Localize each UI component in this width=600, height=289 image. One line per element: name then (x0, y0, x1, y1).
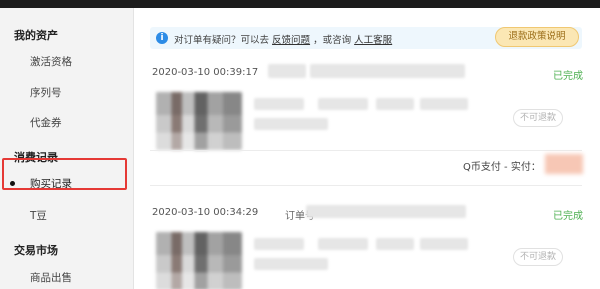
blurred-text (254, 118, 328, 130)
blurred-text (254, 238, 304, 250)
customer-service-link[interactable]: 人工客服 (354, 35, 392, 46)
highlight-box (2, 158, 127, 190)
blurred-text (376, 238, 414, 250)
order-status: 已完成 (553, 71, 583, 82)
order-status: 已完成 (553, 211, 583, 222)
order-time: 2020-03-10 00:39:17 (152, 67, 259, 78)
notice-middle: ，或咨询 (313, 35, 352, 46)
notice-prefix: 对订单有疑问？可以去 (174, 35, 270, 46)
top-bar (0, 0, 600, 8)
sidebar-item-voucher[interactable]: 代金券 (30, 115, 62, 130)
blurred-text (420, 98, 468, 110)
feedback-link[interactable]: 反馈问题 (272, 35, 310, 46)
info-icon: i (156, 32, 168, 44)
blurred-text (318, 98, 368, 110)
sidebar-item-sell[interactable]: 商品出售 (30, 270, 72, 285)
payment-label: Q币支付 - 实付： (463, 162, 541, 173)
product-thumbnail[interactable] (156, 92, 242, 150)
sidebar-group-assets: 我的资产 (14, 29, 58, 42)
blurred-text (420, 238, 468, 250)
divider (150, 150, 582, 151)
refund-policy-button[interactable]: 退款政策说明 (495, 27, 579, 47)
no-refund-button[interactable]: 不可退款 (513, 109, 563, 127)
payment-amount-blurred (545, 154, 583, 174)
order-time: 2020-03-10 00:34:29 (152, 207, 259, 218)
sidebar-group-market: 交易市场 (14, 244, 58, 257)
blurred-text (254, 98, 304, 110)
divider (150, 185, 582, 186)
blurred-text (306, 205, 466, 218)
blurred-text (310, 64, 465, 78)
notice-text: 对订单有疑问？可以去 反馈问题 ，或咨询 人工客服 (174, 32, 392, 46)
product-thumbnail[interactable] (156, 232, 242, 289)
blurred-text (254, 258, 328, 270)
sidebar-item-tdou[interactable]: T豆 (30, 208, 47, 223)
no-refund-button[interactable]: 不可退款 (513, 248, 563, 266)
blurred-text (318, 238, 368, 250)
sidebar-item-serial[interactable]: 序列号 (30, 85, 62, 100)
sidebar-item-activation[interactable]: 激活资格 (30, 54, 72, 69)
blurred-text (376, 98, 414, 110)
blurred-text (268, 64, 306, 78)
